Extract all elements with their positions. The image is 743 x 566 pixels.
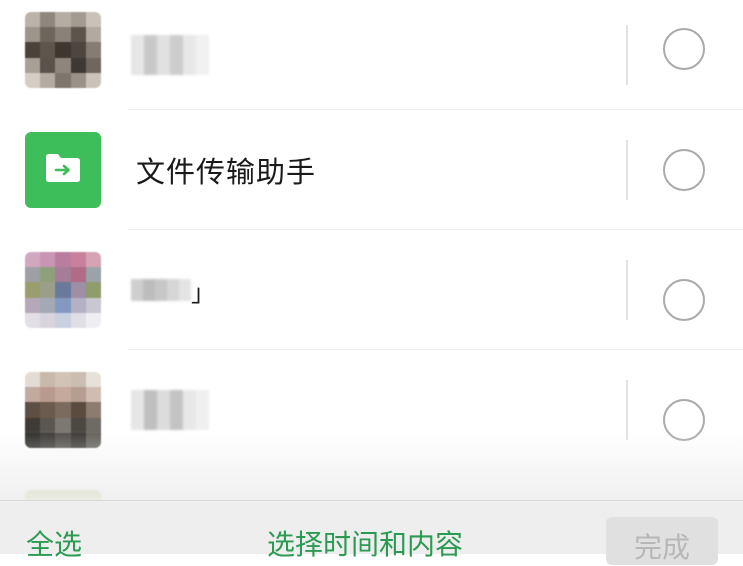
select-radio[interactable]: [663, 279, 705, 321]
select-time-and-content-button[interactable]: 选择时间和内容: [267, 531, 463, 559]
row-divider-vertical: [626, 350, 628, 470]
contact-row[interactable]: [0, 0, 743, 110]
row-divider-vertical: [626, 110, 628, 230]
contact-name-obscured: [131, 350, 209, 470]
contact-name: 文件传输助手: [136, 155, 317, 189]
select-radio[interactable]: [663, 399, 705, 441]
contact-row[interactable]: 文件传输助手: [0, 110, 743, 230]
folder-transfer-icon: [44, 153, 82, 187]
avatar: [25, 252, 101, 328]
contact-row[interactable]: 」: [0, 230, 743, 350]
contact-row[interactable]: [0, 350, 743, 470]
name-mosaic: [131, 35, 209, 75]
contact-name-suffix: 」: [191, 278, 216, 307]
avatar: [25, 12, 101, 88]
select-radio[interactable]: [663, 149, 705, 191]
bottom-toolbar: 全选 选择时间和内容 完成: [0, 500, 743, 565]
done-button[interactable]: 完成: [606, 517, 718, 565]
select-all-button[interactable]: 全选: [26, 531, 82, 559]
contact-list: 文件传输助手 」: [0, 0, 743, 470]
avatar: [25, 372, 101, 448]
contact-name-obscured: 」: [131, 230, 216, 350]
row-divider-vertical: [626, 230, 628, 350]
name-mosaic: [131, 279, 191, 301]
select-radio[interactable]: [663, 28, 705, 70]
row-divider-vertical: [626, 0, 628, 110]
name-mosaic: [131, 390, 209, 430]
file-transfer-avatar: [25, 132, 101, 208]
contact-name-obscured: [131, 0, 209, 110]
